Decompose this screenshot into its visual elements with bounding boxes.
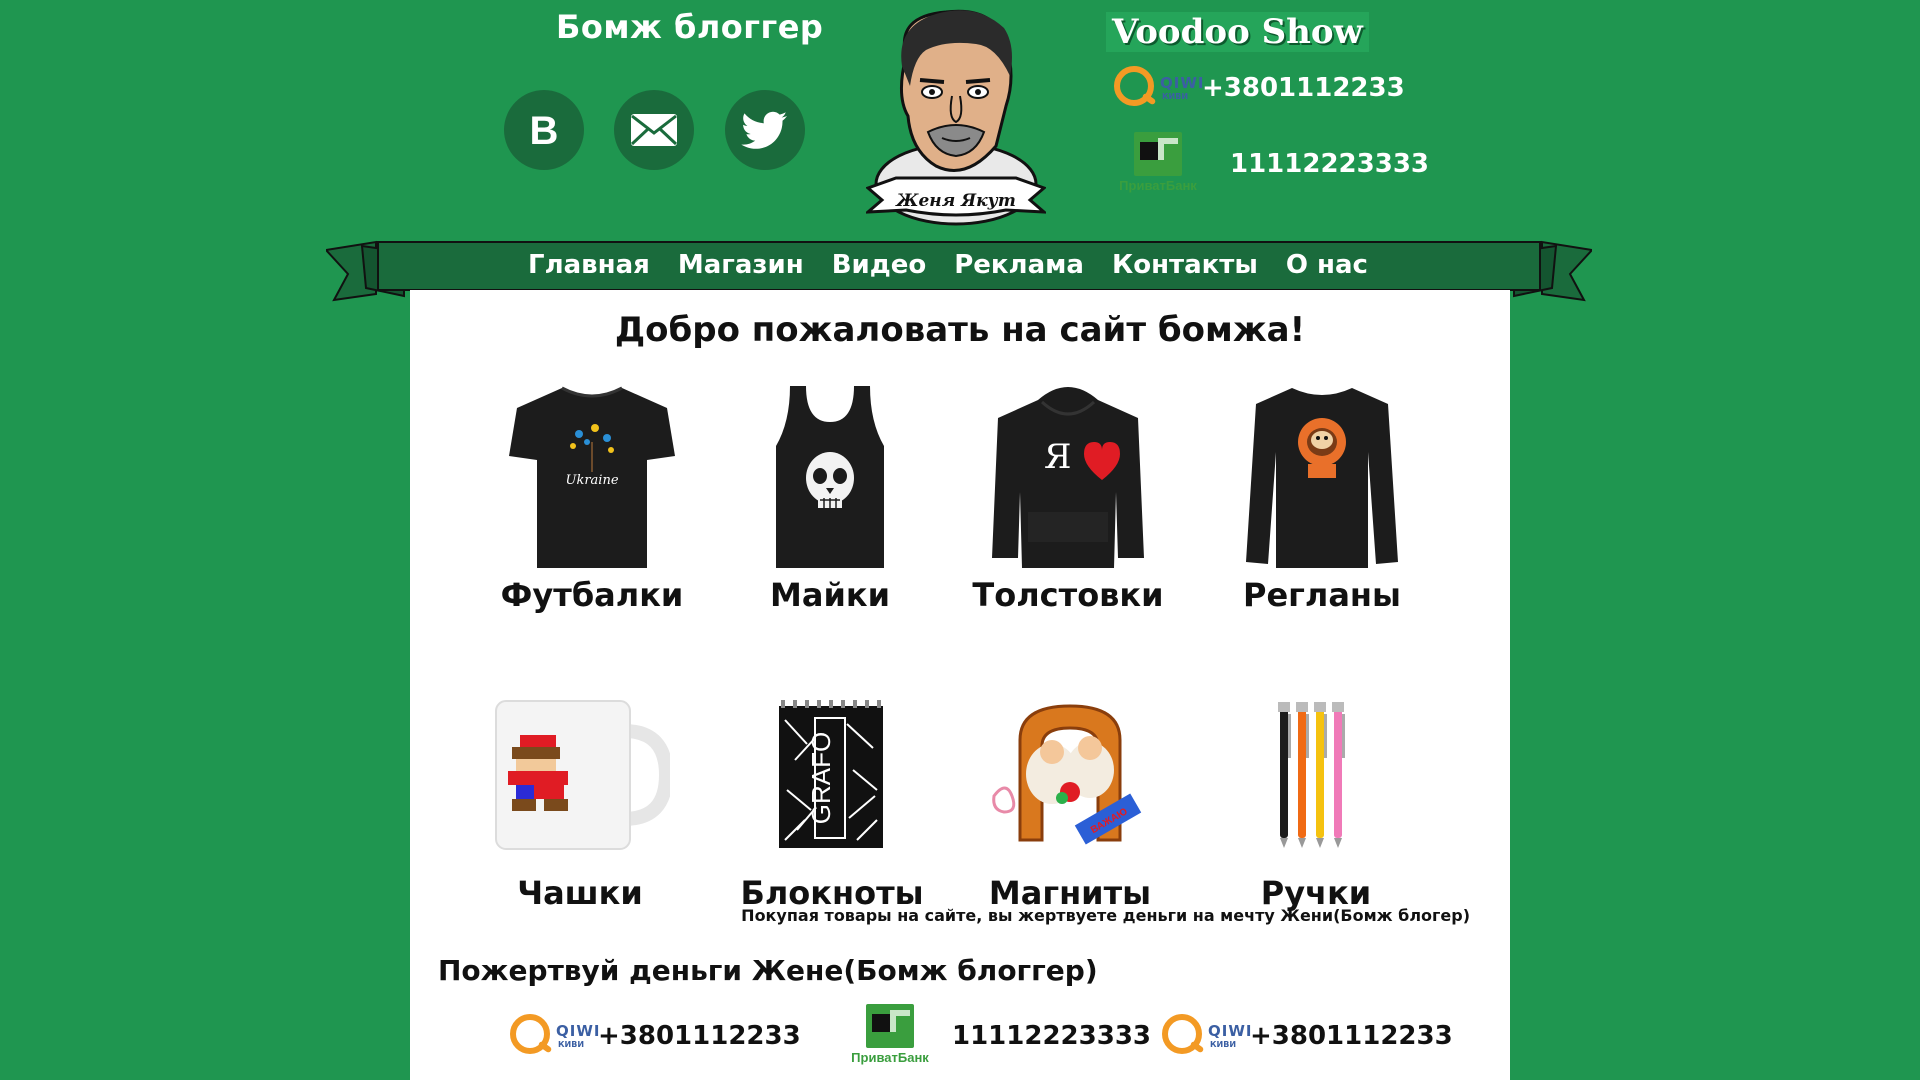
mail-icon — [630, 114, 678, 146]
hoodie-image: Я — [992, 387, 1144, 568]
content-panel: Добро пожаловать на сайт бомжа! Ukraine … — [410, 290, 1510, 1080]
donate-privatbank: ПриватБанк 11112223333 — [846, 1004, 1151, 1068]
qiwi-number: +3801112233 — [1250, 1021, 1453, 1051]
privatbank-number: 11112223333 — [952, 1021, 1151, 1051]
avatar: Женя Якут — [866, 9, 1046, 226]
tshirt-image: Ukraine — [509, 386, 675, 568]
svg-text:Я: Я — [1044, 437, 1071, 477]
qiwi-logo: QIWI КИВИ — [510, 1010, 599, 1062]
svg-text:Ukraine: Ukraine — [565, 473, 618, 488]
twitter-button[interactable] — [725, 90, 805, 170]
product-notebooks[interactable]: GRAFO Блокноты — [732, 680, 932, 912]
svg-text:B: B — [530, 110, 559, 150]
product-pens[interactable]: Ручки — [1216, 680, 1416, 912]
main-nav: Главная Магазин Видео Реклама Контакты О… — [378, 240, 1518, 290]
product-hoodies[interactable]: Я Толстовки — [968, 382, 1168, 614]
nav-video[interactable]: Видео — [818, 250, 941, 280]
mug-image — [495, 700, 670, 850]
donate-qiwi-2: QIWI КИВИ +3801112233 — [1162, 1010, 1453, 1062]
product-tshirts[interactable]: Ukraine Футбалки — [492, 382, 692, 614]
qiwi-logo: QIWI КИВИ — [1114, 62, 1203, 114]
product-label: Толстовки — [972, 576, 1164, 614]
tanktop-image — [776, 386, 884, 568]
donation-note: Покупая товары на сайте, вы жертвуете де… — [741, 906, 1470, 925]
privatbank-logo: ПриватБанк — [1114, 132, 1202, 196]
mail-button[interactable] — [614, 90, 694, 170]
donate-qiwi-1: QIWI КИВИ +3801112233 — [510, 1010, 801, 1062]
avatar-caption: Женя Якут — [894, 191, 1016, 211]
vk-button[interactable]: B — [504, 90, 584, 170]
longsleeve-image — [1246, 388, 1398, 568]
privatbank-number: 11112223333 — [1230, 149, 1429, 179]
pens-image — [1278, 702, 1345, 848]
product-magnets[interactable]: ВАЖАЮ Магниты — [970, 680, 1170, 912]
welcome-heading: Добро пожаловать на сайт бомжа! — [614, 310, 1306, 350]
product-mugs[interactable]: Чашки — [480, 680, 680, 912]
privatbank-logo: ПриватБанк — [846, 1004, 934, 1068]
twitter-icon — [741, 111, 787, 149]
magnet-image: ВАЖАЮ — [992, 704, 1142, 845]
product-label: Футбалки — [500, 576, 684, 614]
product-label: Чашки — [517, 874, 643, 912]
qiwi-number: +3801112233 — [1202, 73, 1405, 103]
payment-qiwi: QIWI КИВИ +3801112233 — [1114, 62, 1405, 114]
qiwi-logo: QIWI КИВИ — [1162, 1010, 1251, 1062]
product-label: Майки — [770, 576, 890, 614]
donate-heading: Пожертвуй деньги Жене(Бомж блоггер) — [438, 954, 1098, 987]
nav-ads[interactable]: Реклама — [940, 250, 1098, 280]
nav-home[interactable]: Главная — [514, 250, 664, 280]
nav-contacts[interactable]: Контакты — [1098, 250, 1272, 280]
nav-about[interactable]: О нас — [1272, 250, 1382, 280]
site-title: Бомж блоггер — [556, 8, 824, 46]
product-tanktops[interactable]: Майки — [730, 382, 930, 614]
show-title: Voodoo Show — [1106, 12, 1369, 52]
product-raglans[interactable]: Регланы — [1222, 382, 1422, 614]
product-label: Регланы — [1243, 576, 1401, 614]
nav-shop[interactable]: Магазин — [664, 250, 818, 280]
notebook-image: GRAFO — [779, 700, 883, 848]
vk-icon: B — [530, 110, 559, 150]
payment-privatbank: ПриватБанк 11112223333 — [1114, 132, 1429, 196]
svg-text:GRAFO: GRAFO — [806, 732, 836, 824]
qiwi-number: +3801112233 — [598, 1021, 801, 1051]
